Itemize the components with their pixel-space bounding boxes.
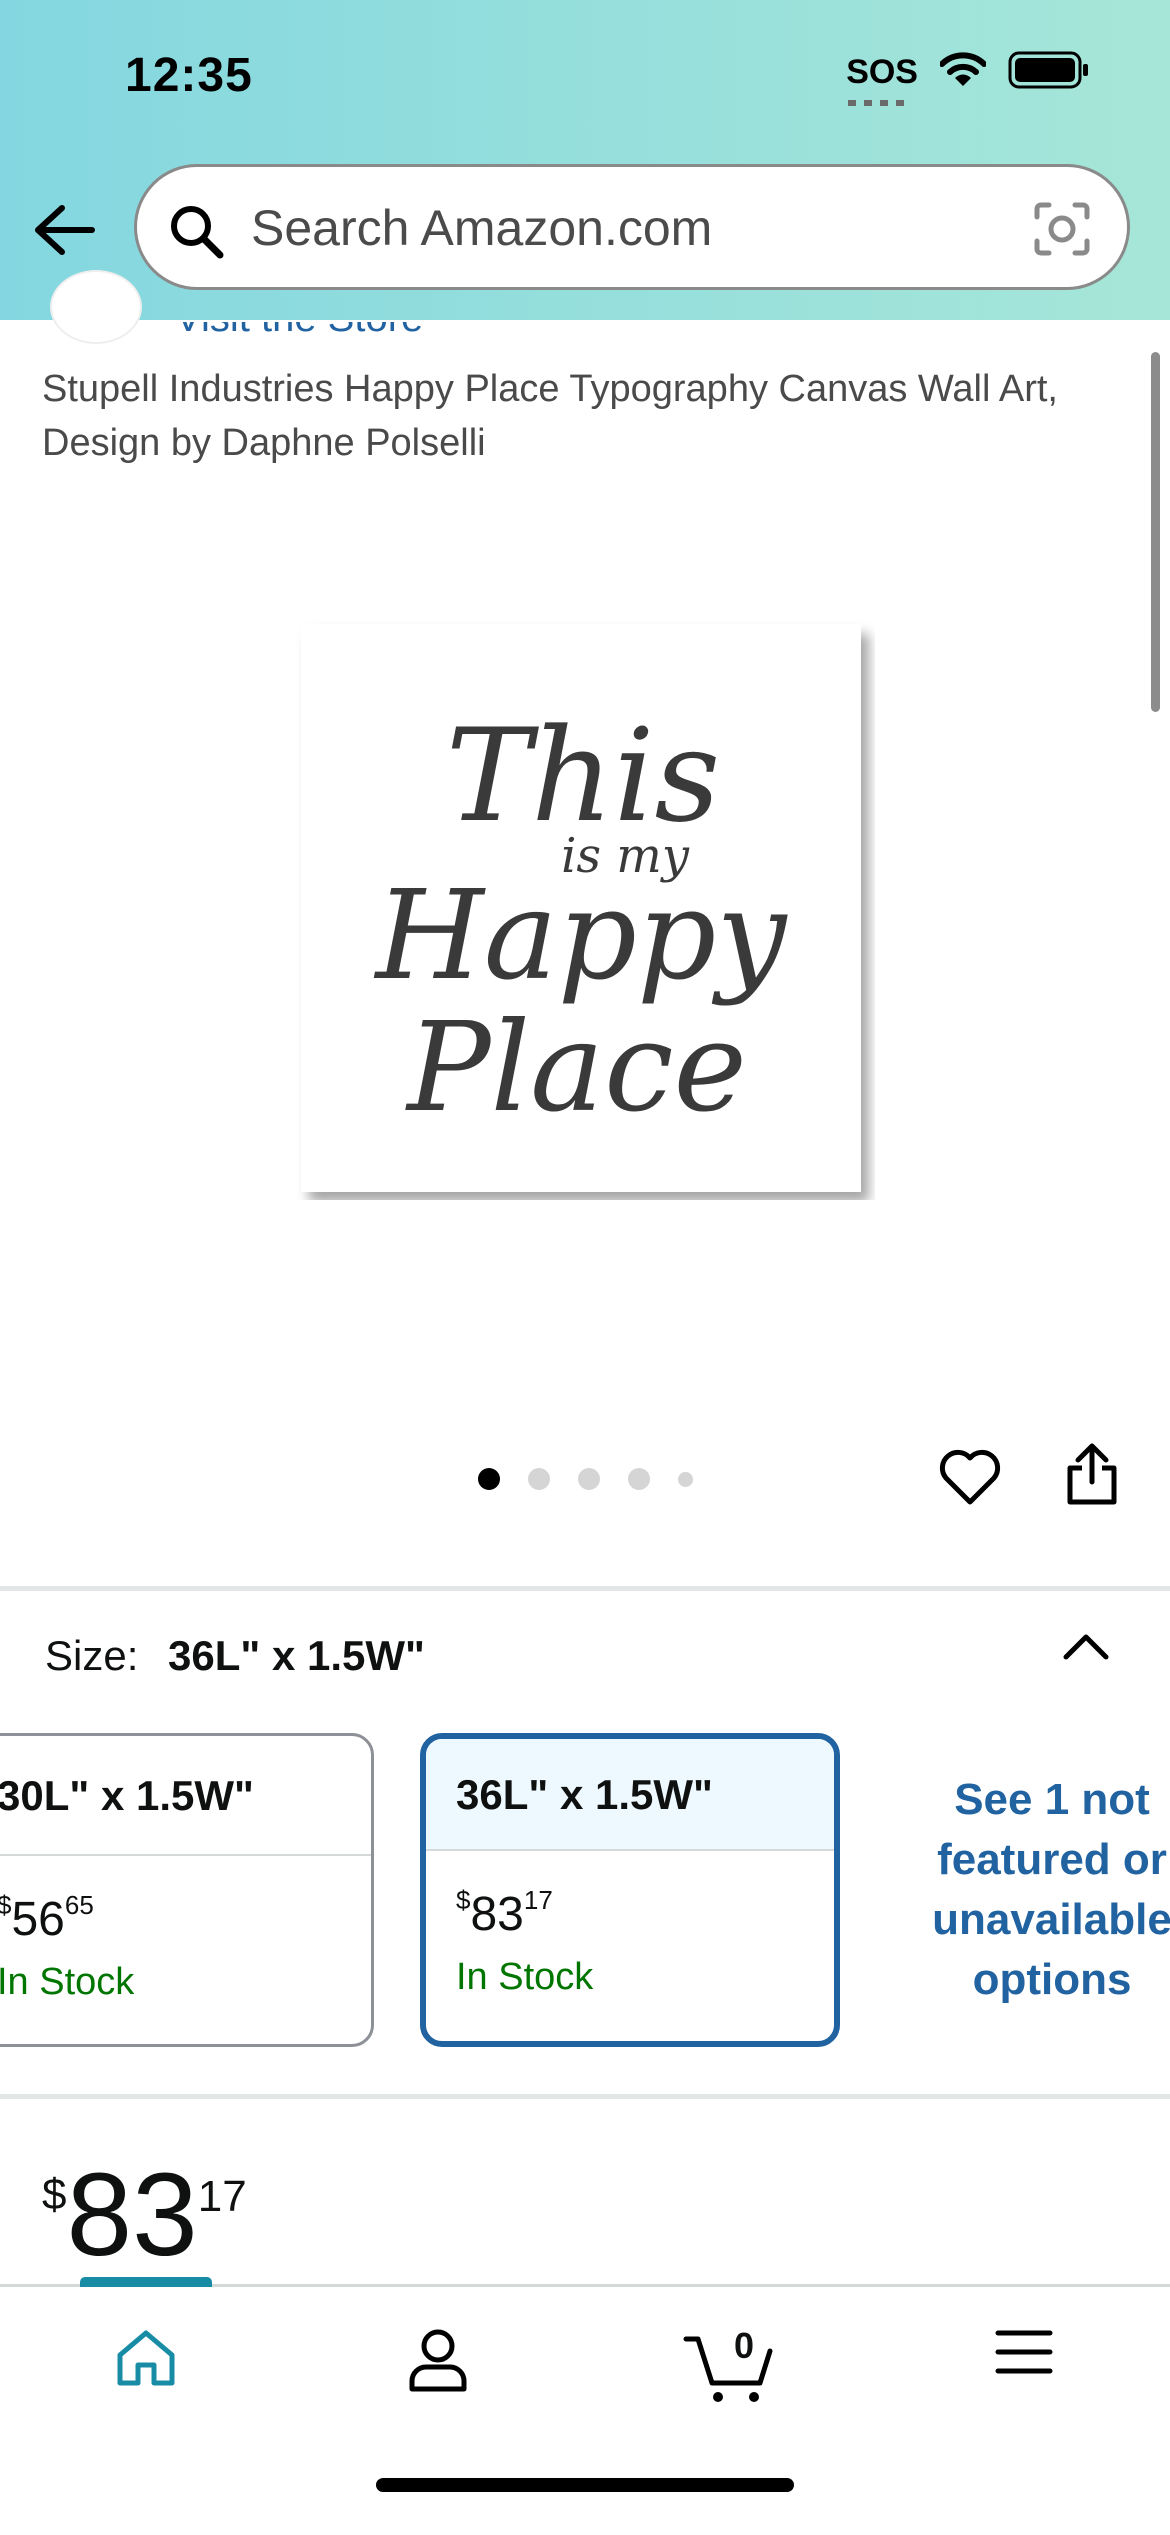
share-button[interactable] — [1062, 1442, 1122, 1513]
size-option[interactable]: 30L" x 1.5W" $5665 In Stock — [0, 1733, 374, 2047]
svg-text:Happy: Happy — [374, 864, 789, 1008]
nav-account[interactable] — [378, 2327, 498, 2417]
selected-size-value: 36L" x 1.5W" — [168, 1632, 425, 1679]
size-option-price: $5665 — [0, 1890, 94, 1946]
nav-cart[interactable]: 0 — [670, 2325, 790, 2417]
see-more-options-link[interactable]: See 1 not featured or unavailable option… — [912, 1770, 1170, 2010]
size-option-stock: In Stock — [456, 1956, 594, 1998]
section-divider — [0, 2094, 1170, 2099]
status-time: 12:35 — [125, 49, 253, 102]
svg-text:Place: Place — [405, 996, 747, 1140]
carousel-dot[interactable] — [478, 1468, 500, 1490]
carousel-dot[interactable] — [678, 1471, 693, 1487]
product-title: Stupell Industries Happy Place Typograph… — [42, 368, 1058, 464]
product-price: $ 83 17 — [42, 2149, 247, 2281]
menu-icon — [995, 2330, 1053, 2374]
wishlist-button[interactable] — [938, 1448, 1002, 1511]
scrollbar[interactable] — [1151, 352, 1160, 712]
home-icon — [117, 2330, 175, 2386]
search-icon — [167, 202, 225, 265]
product-image[interactable]: This is my Happy Place — [295, 620, 875, 1200]
carousel-dot[interactable] — [578, 1468, 600, 1490]
sos-indicator: SOS — [846, 53, 918, 106]
size-option-selected[interactable]: 36L" x 1.5W" $8317 In Stock — [420, 1733, 840, 2047]
size-option-name: 30L" x 1.5W" — [0, 1736, 371, 1856]
battery-icon — [1008, 50, 1090, 95]
size-option-price: $8317 — [456, 1885, 553, 1941]
collapse-size-button[interactable] — [1058, 1625, 1114, 1670]
camera-search-icon[interactable] — [1033, 201, 1091, 262]
home-indicator — [376, 2478, 794, 2492]
search-input[interactable] — [249, 195, 1013, 261]
size-option-stock: In Stock — [0, 1961, 135, 2003]
nav-menu[interactable] — [964, 2327, 1084, 2417]
image-carousel-dots[interactable] — [478, 1468, 693, 1490]
size-option-name: 36L" x 1.5W" — [426, 1739, 834, 1851]
carousel-dot[interactable] — [528, 1468, 550, 1490]
cart-count: 0 — [734, 2325, 755, 2366]
back-button[interactable] — [30, 200, 100, 260]
search-bar[interactable] — [134, 164, 1130, 290]
person-icon — [409, 2329, 467, 2392]
carousel-dot[interactable] — [628, 1468, 650, 1490]
arrow-left-icon — [35, 205, 95, 255]
size-label: Size: — [45, 1632, 139, 1679]
share-icon — [1067, 1443, 1117, 1505]
nav-home[interactable] — [86, 2327, 206, 2417]
active-tab-indicator — [80, 2277, 212, 2287]
heart-icon — [939, 1449, 1001, 1505]
cart-icon — [683, 2336, 773, 2402]
wifi-icon — [939, 52, 987, 93]
bottom-nav: 0 — [0, 2277, 1170, 2535]
header: 12:35 SOS — [0, 0, 1170, 320]
status-icons: SOS — [846, 50, 1090, 106]
brand-logo[interactable] — [50, 270, 142, 344]
section-divider — [0, 1586, 1170, 1591]
chevron-up-icon — [1063, 1634, 1109, 1660]
